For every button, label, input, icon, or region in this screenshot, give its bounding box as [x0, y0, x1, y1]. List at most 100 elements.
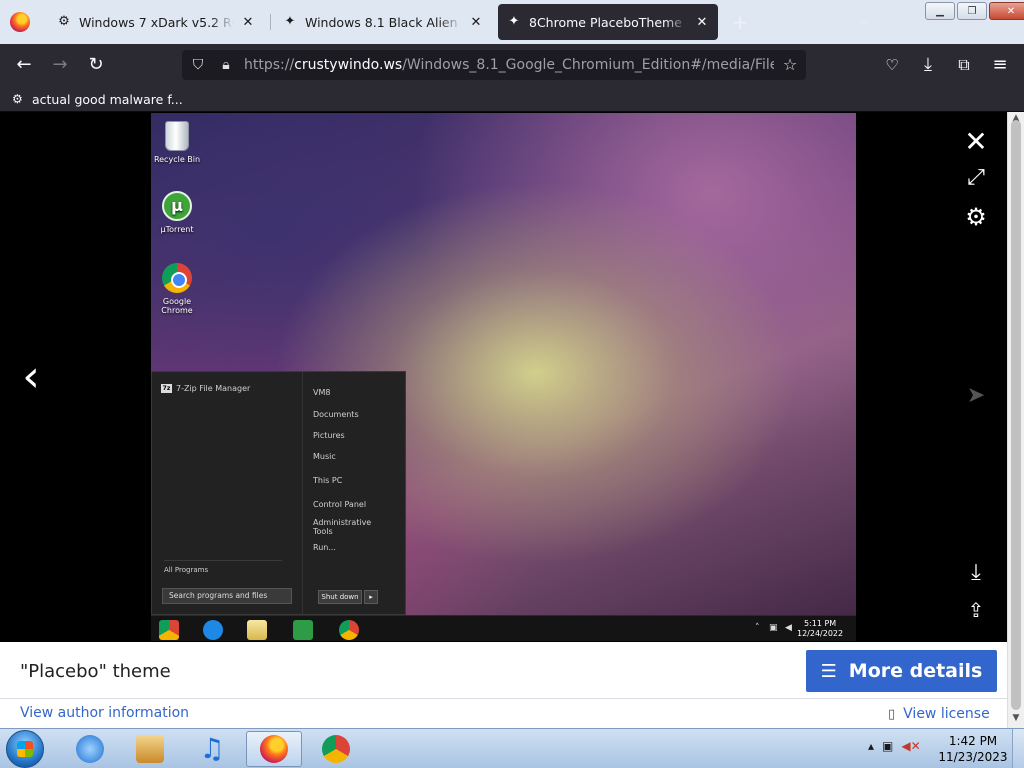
- start-orb-icon[interactable]: [6, 730, 44, 768]
- divider: [0, 698, 1007, 699]
- restore-button[interactable]: ❐: [957, 2, 987, 20]
- close-icon[interactable]: ✕: [468, 15, 484, 30]
- start-menu-item: Control Panel: [313, 500, 367, 509]
- start-menu-item: VM8: [313, 388, 331, 397]
- back-arrow-icon[interactable]: ←: [12, 53, 36, 77]
- start-menu-left: 7z 7-Zip File Manager All Programs Searc…: [152, 372, 302, 614]
- tray-arrow-icon[interactable]: ▴: [868, 739, 874, 753]
- puzzle-icon: ⚙: [58, 14, 70, 29]
- bookmarks-toolbar: ⚙ actual good malware f...: [0, 86, 1024, 112]
- taskbar-internet-explorer[interactable]: [62, 731, 118, 767]
- chevron-down-icon[interactable]: ⌄: [852, 10, 876, 34]
- start-menu-right: VM8 Documents Pictures Music This PC Con…: [302, 372, 406, 614]
- url-text[interactable]: https://crustywindo.ws/Windows_8.1_Googl…: [244, 50, 774, 80]
- close-viewer-icon[interactable]: ✕: [962, 128, 990, 156]
- start-menu-item: Administrative Tools: [313, 518, 372, 536]
- pocket-icon[interactable]: ♡: [880, 53, 904, 77]
- tab-bar: ⚙ Windows 7 xDark v5.2 RG Delux ✕ ✦ Wind…: [0, 0, 1024, 44]
- shield-icon[interactable]: ⛉: [188, 55, 208, 75]
- chrome-icon: [162, 263, 192, 293]
- fullscreen-icon[interactable]: ⤢: [962, 164, 990, 192]
- taskbar-chrome[interactable]: [308, 731, 364, 767]
- volume-muted-icon[interactable]: ◀✕: [901, 739, 920, 753]
- chevron-right-icon: ▸: [364, 590, 378, 604]
- network-icon[interactable]: ▣: [882, 739, 893, 753]
- more-details-button[interactable]: ☰ More details: [806, 650, 997, 692]
- windows-taskbar: ♫ ▴ ▣ ◀✕ 1:42 PM 11/23/2023: [0, 728, 1024, 768]
- inner-taskbar: ˄ ▣ ◀ 5:11 PM 12/24/2022: [151, 615, 856, 641]
- volume-muted-icon: ◀: [785, 623, 792, 633]
- close-window-button[interactable]: ✕: [989, 2, 1024, 20]
- media-viewer: ‹ Recycle Bin µ µTorrent Google Chrome 7…: [0, 112, 1007, 642]
- license-link[interactable]: ▯ View license: [888, 706, 990, 722]
- taskbar-music[interactable]: ♫: [184, 731, 240, 767]
- minimize-button[interactable]: ▁: [925, 2, 955, 20]
- start-menu: 7z 7-Zip File Manager All Programs Searc…: [151, 371, 406, 615]
- page-scrollbar[interactable]: ▲ ▼: [1007, 112, 1024, 728]
- author-info-link[interactable]: View author information: [20, 705, 189, 721]
- chrome-icon: [322, 735, 350, 763]
- taskbar-firefox[interactable]: [246, 731, 302, 767]
- reload-icon[interactable]: ↻: [84, 53, 108, 77]
- url-bar[interactable]: ⛉ 🔒︎ https://crustywindo.ws/Windows_8.1_…: [182, 50, 806, 80]
- bookmark-star-icon[interactable]: ☆: [780, 55, 800, 75]
- tab-3-active[interactable]: ✦ 8Chrome PlaceboTheme - Wind ✕: [498, 4, 718, 40]
- utorrent-icon: µ: [162, 191, 192, 221]
- firefox-icon: [260, 735, 288, 763]
- extensions-icon[interactable]: ⧉: [952, 53, 976, 77]
- forward-arrow-icon[interactable]: →: [48, 53, 72, 77]
- internet-explorer-icon: [76, 735, 104, 763]
- 7zip-icon: 7z: [161, 384, 172, 393]
- cursor-pointer-icon: ➤: [966, 383, 986, 408]
- firefox-icon[interactable]: [10, 12, 30, 32]
- screenshot-image: Recycle Bin µ µTorrent Google Chrome 7z …: [151, 113, 856, 641]
- lock-icon[interactable]: 🔒︎: [216, 55, 236, 75]
- desktop-icon-recycle-bin: Recycle Bin: [151, 121, 205, 164]
- pinned-program: 7z 7-Zip File Manager: [161, 384, 251, 393]
- folder-icon: [247, 620, 267, 640]
- start-menu-item: Documents: [313, 410, 359, 419]
- license-icon: ▯: [888, 706, 896, 722]
- start-menu-item: This PC: [313, 476, 343, 485]
- music-note-icon: ♫: [199, 732, 225, 765]
- all-programs: All Programs: [164, 560, 282, 574]
- desktop-icon-chrome: Google Chrome: [151, 263, 205, 315]
- close-icon[interactable]: ✕: [694, 15, 710, 30]
- tab-label: 8Chrome PlaceboTheme - Wind: [529, 14, 688, 30]
- gear-icon[interactable]: ⚙: [962, 203, 990, 231]
- taskbar-explorer[interactable]: [122, 731, 178, 767]
- previous-arrow-icon[interactable]: ‹: [16, 355, 46, 399]
- start-menu-item: Pictures: [313, 431, 345, 440]
- chrome-icon: [339, 620, 359, 640]
- bookmark-item[interactable]: ⚙ actual good malware f...: [12, 90, 183, 108]
- hamburger-menu-icon[interactable]: ≡: [988, 53, 1012, 77]
- store-icon: [293, 620, 313, 640]
- scrollbar-thumb[interactable]: [1011, 120, 1021, 710]
- share-icon[interactable]: ⇪: [962, 596, 990, 624]
- tab-2[interactable]: ✦ Windows 8.1 Black Alien Edition ✕: [274, 4, 492, 40]
- start-menu-item: Music: [313, 452, 336, 461]
- inner-clock: 5:11 PM 12/24/2022: [797, 619, 844, 638]
- navigation-toolbar: ← → ↻ ⛉ 🔒︎ https://crustywindo.ws/Window…: [0, 44, 1024, 86]
- download-icon[interactable]: ⤓: [962, 559, 990, 587]
- new-tab-button[interactable]: +: [728, 8, 752, 36]
- taskbar-clock[interactable]: 1:42 PM 11/23/2023: [938, 733, 1008, 765]
- desktop-icon-utorrent: µ µTorrent: [151, 191, 205, 234]
- window-controls: ▁ ❐ ✕: [925, 2, 1024, 20]
- url-path: /Windows_8.1_Google_Chromium_Edition#/me…: [402, 57, 774, 73]
- bookmark-label: actual good malware f...: [32, 91, 183, 107]
- media-caption: "Placebo" theme ☰ More details View auth…: [0, 642, 1007, 728]
- document-list-icon: ☰: [820, 660, 837, 682]
- shutdown-button: Shut down: [318, 590, 362, 604]
- network-icon: ▣: [769, 623, 778, 633]
- download-icon[interactable]: ⤓: [916, 53, 940, 77]
- tab-1[interactable]: ⚙ Windows 7 xDark v5.2 RG Delux ✕: [48, 4, 264, 40]
- tab-separator: [270, 14, 271, 30]
- scroll-down-icon[interactable]: ▼: [1008, 712, 1024, 724]
- chrome-icon: [159, 620, 179, 640]
- puzzle-icon: ⚙: [12, 92, 23, 106]
- tab-label: Windows 8.1 Black Alien Edition: [305, 14, 462, 30]
- close-icon[interactable]: ✕: [240, 15, 256, 30]
- show-desktop-button[interactable]: [1012, 729, 1024, 768]
- caption-title: "Placebo" theme: [20, 661, 171, 682]
